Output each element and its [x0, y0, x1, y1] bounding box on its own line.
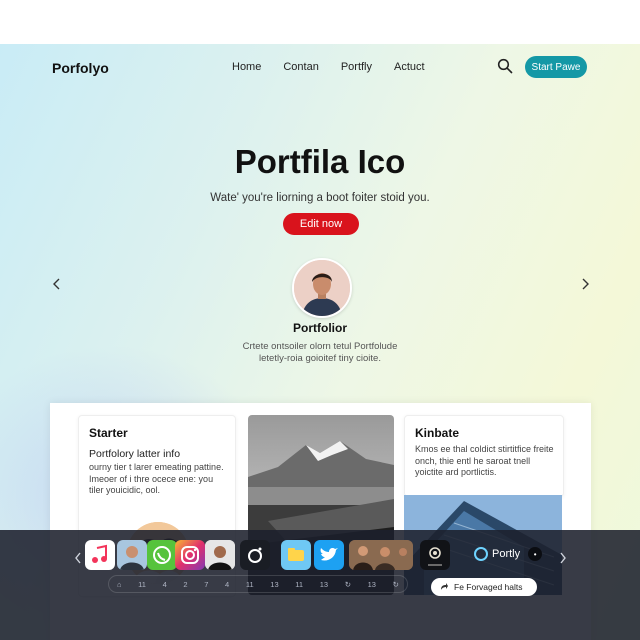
twitter-app-icon[interactable] — [314, 540, 344, 570]
dock-brand[interactable]: Portly • — [474, 547, 543, 561]
starter-card-title: Starter — [89, 426, 128, 440]
circle-app-icon[interactable] — [240, 540, 270, 570]
profile-name: Portfolior — [293, 321, 347, 335]
search-icon[interactable] — [497, 58, 513, 74]
tick-label[interactable]: 7 — [204, 580, 208, 589]
chevron-right-icon[interactable] — [578, 276, 592, 292]
forwarded-pill-label: Fe Forvaged halts — [454, 582, 523, 592]
kinbate-card-text: Kmos ee thal coldict stirtitfice freite … — [415, 444, 554, 477]
start-button[interactable]: Start Pawe — [525, 56, 587, 78]
brand-ring-icon — [474, 547, 488, 561]
person-app-2-icon[interactable] — [205, 540, 235, 570]
brand-badge-icon: • — [528, 547, 543, 561]
tick-label[interactable]: 13 — [270, 580, 278, 589]
folder-app-icon[interactable] — [281, 540, 311, 570]
tick-label[interactable]: 4 — [163, 580, 167, 589]
kinbate-card-title: Kinbate — [415, 426, 460, 440]
nav-link-contact[interactable]: Contan — [283, 61, 318, 73]
starter-card-heading: Portfolory latter info — [89, 448, 181, 460]
instagram-app-icon[interactable] — [175, 540, 205, 570]
avatar — [292, 258, 352, 318]
nav-link-about[interactable]: Actuct — [394, 61, 425, 73]
dock-chevron-left-icon[interactable] — [73, 551, 83, 565]
dock-page-indicator: ⌂ 11 4 2 7 4 11 13 11 13 ↻ 13 ↻ — [108, 575, 408, 593]
tick-label[interactable]: 13 — [320, 580, 328, 589]
brand-logo[interactable]: Porfolyo — [52, 60, 109, 76]
edit-now-button[interactable]: Edit now — [283, 213, 359, 235]
dock-brand-label: Portly — [492, 548, 521, 560]
whatsapp-app-icon[interactable] — [147, 540, 177, 570]
tick-label[interactable]: 11 — [295, 580, 303, 589]
settings-app-icon[interactable] — [420, 540, 450, 570]
top-navbar: Porfolyo Home Contan Portfly Actuct Star… — [0, 44, 640, 90]
tick-label[interactable]: 2 — [183, 580, 187, 589]
photos-app-icon[interactable] — [349, 540, 413, 570]
hero-title: Portfila Ico — [234, 143, 406, 180]
tick-label[interactable]: ↻ — [345, 580, 351, 589]
tick-label[interactable]: ⌂ — [117, 580, 122, 589]
forward-icon — [441, 583, 448, 590]
tick-label[interactable]: 11 — [246, 580, 254, 589]
music-app-icon[interactable] — [85, 540, 115, 570]
forwarded-pill[interactable]: Fe Forvaged halts — [431, 578, 537, 596]
chevron-left-icon[interactable] — [50, 276, 64, 292]
hero-subtitle: Wate' you're liorning a boot foiter stoi… — [210, 192, 430, 204]
person-app-icon[interactable] — [117, 540, 147, 570]
nav-link-home[interactable]: Home — [232, 61, 261, 73]
starter-card-text: ourny tier t larer emeating pattine. Ime… — [89, 462, 224, 495]
tick-label[interactable]: ↻ — [393, 580, 399, 589]
nav-link-portfolio[interactable]: Portfly — [341, 61, 372, 73]
portfolio-page: Porfolyo Home Contan Portfly Actuct Star… — [0, 44, 640, 640]
tick-label[interactable]: 4 — [225, 580, 229, 589]
tick-label[interactable]: 11 — [138, 580, 146, 589]
profile-bio: Crtete ontsoiler olorn tetul Portfolude … — [242, 341, 398, 364]
tick-label[interactable]: 13 — [368, 580, 376, 589]
app-dock: Portly • ⌂ 11 4 2 7 4 11 13 11 13 ↻ 13 ↻… — [0, 530, 640, 640]
kinbate-card[interactable]: Kinbate Kmos ee thal coldict stirtitfice… — [404, 415, 564, 497]
nav-links: Home Contan Portfly Actuct — [232, 61, 447, 73]
dock-chevron-right-icon[interactable] — [558, 551, 568, 565]
